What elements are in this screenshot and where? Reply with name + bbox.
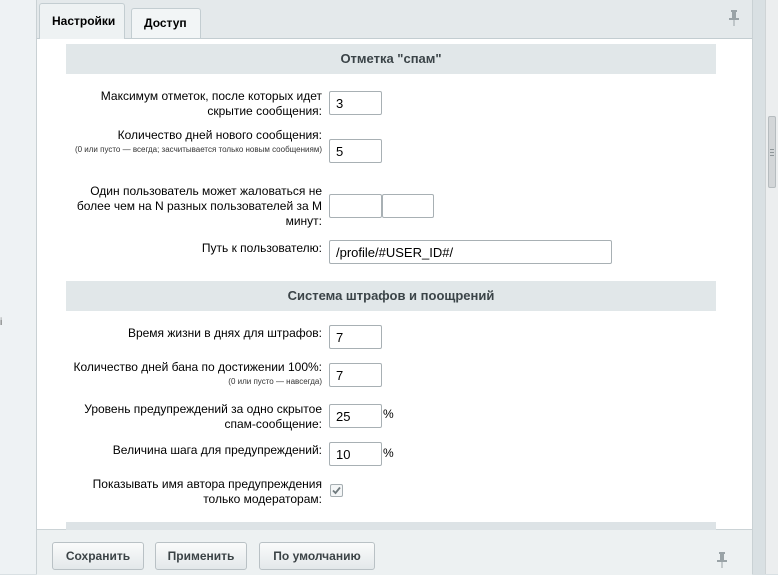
scrollbar[interactable] [765, 0, 778, 574]
show-author-checkbox[interactable] [330, 484, 343, 497]
defaults-button[interactable]: По умолчанию [259, 542, 375, 570]
thumb-grip [770, 155, 774, 156]
thumb-grip [770, 152, 774, 153]
warning-level-unit: % [383, 407, 394, 421]
rate-limit-label: Один пользователь может жаловаться не бо… [76, 184, 322, 228]
user-path-input[interactable] [329, 240, 612, 264]
ban-days-hint: (0 или пусто — навсегда) [228, 377, 322, 386]
section-spam-title: Отметка "спам" [66, 44, 716, 74]
pin-icon[interactable] [716, 552, 728, 568]
user-path-label: Путь к пользователю: [201, 241, 322, 255]
pin-icon[interactable] [728, 10, 740, 26]
ban-days-input[interactable] [329, 363, 382, 387]
left-gutter: і [0, 0, 36, 574]
ban-days-label: Количество дней бана по достижении 100%:… [72, 360, 323, 388]
warning-step-label: Величина шага для предупреждений: [112, 443, 322, 457]
warning-step-unit: % [383, 446, 394, 460]
thumb-grip [770, 149, 774, 150]
penalty-lifetime-label: Время жизни в днях для штрафов: [127, 326, 322, 340]
max-marks-input[interactable] [329, 91, 382, 115]
penalty-lifetime-input[interactable] [329, 325, 382, 349]
section-penalty-title: Система штрафов и поощрений [66, 281, 716, 311]
new-msg-days-label: Количество дней нового сообщения: (0 или… [72, 128, 322, 156]
tab-settings[interactable]: Настройки [39, 3, 125, 39]
warning-level-input[interactable] [329, 404, 382, 428]
check-icon [332, 486, 341, 495]
save-button[interactable]: Сохранить [52, 542, 144, 570]
settings-panel: Настройки Доступ Отметка "спам" Максимум… [36, 0, 753, 575]
tab-bar: Настройки Доступ [37, 0, 752, 39]
warning-step-input[interactable] [329, 442, 382, 466]
rate-limit-m-input[interactable] [382, 194, 434, 218]
button-bar: Сохранить Применить По умолчанию [37, 522, 752, 575]
section-divider [66, 522, 716, 530]
rate-limit-n-input[interactable] [329, 194, 382, 218]
scrollbar-thumb[interactable] [768, 116, 776, 188]
warning-level-label: Уровень предупреждений за одно скрытое с… [84, 402, 322, 431]
ban-days-label-text: Количество дней бана по достижении 100%: [73, 360, 323, 374]
new-msg-days-hint: (0 или пусто — всегда; засчитывается тол… [74, 145, 322, 154]
new-msg-days-label-text: Количество дней нового сообщения: [117, 128, 322, 142]
new-msg-days-input[interactable] [329, 139, 382, 163]
show-author-label: Показывать имя автора предупреждения тол… [92, 477, 322, 506]
form-content: Отметка "спам" Максимум отметок, после к… [37, 39, 752, 529]
tab-access[interactable]: Доступ [131, 8, 201, 38]
gutter-mark: і [0, 317, 3, 328]
apply-button[interactable]: Применить [155, 542, 247, 570]
max-marks-label: Максимум отметок, после которых идет скр… [100, 89, 322, 118]
